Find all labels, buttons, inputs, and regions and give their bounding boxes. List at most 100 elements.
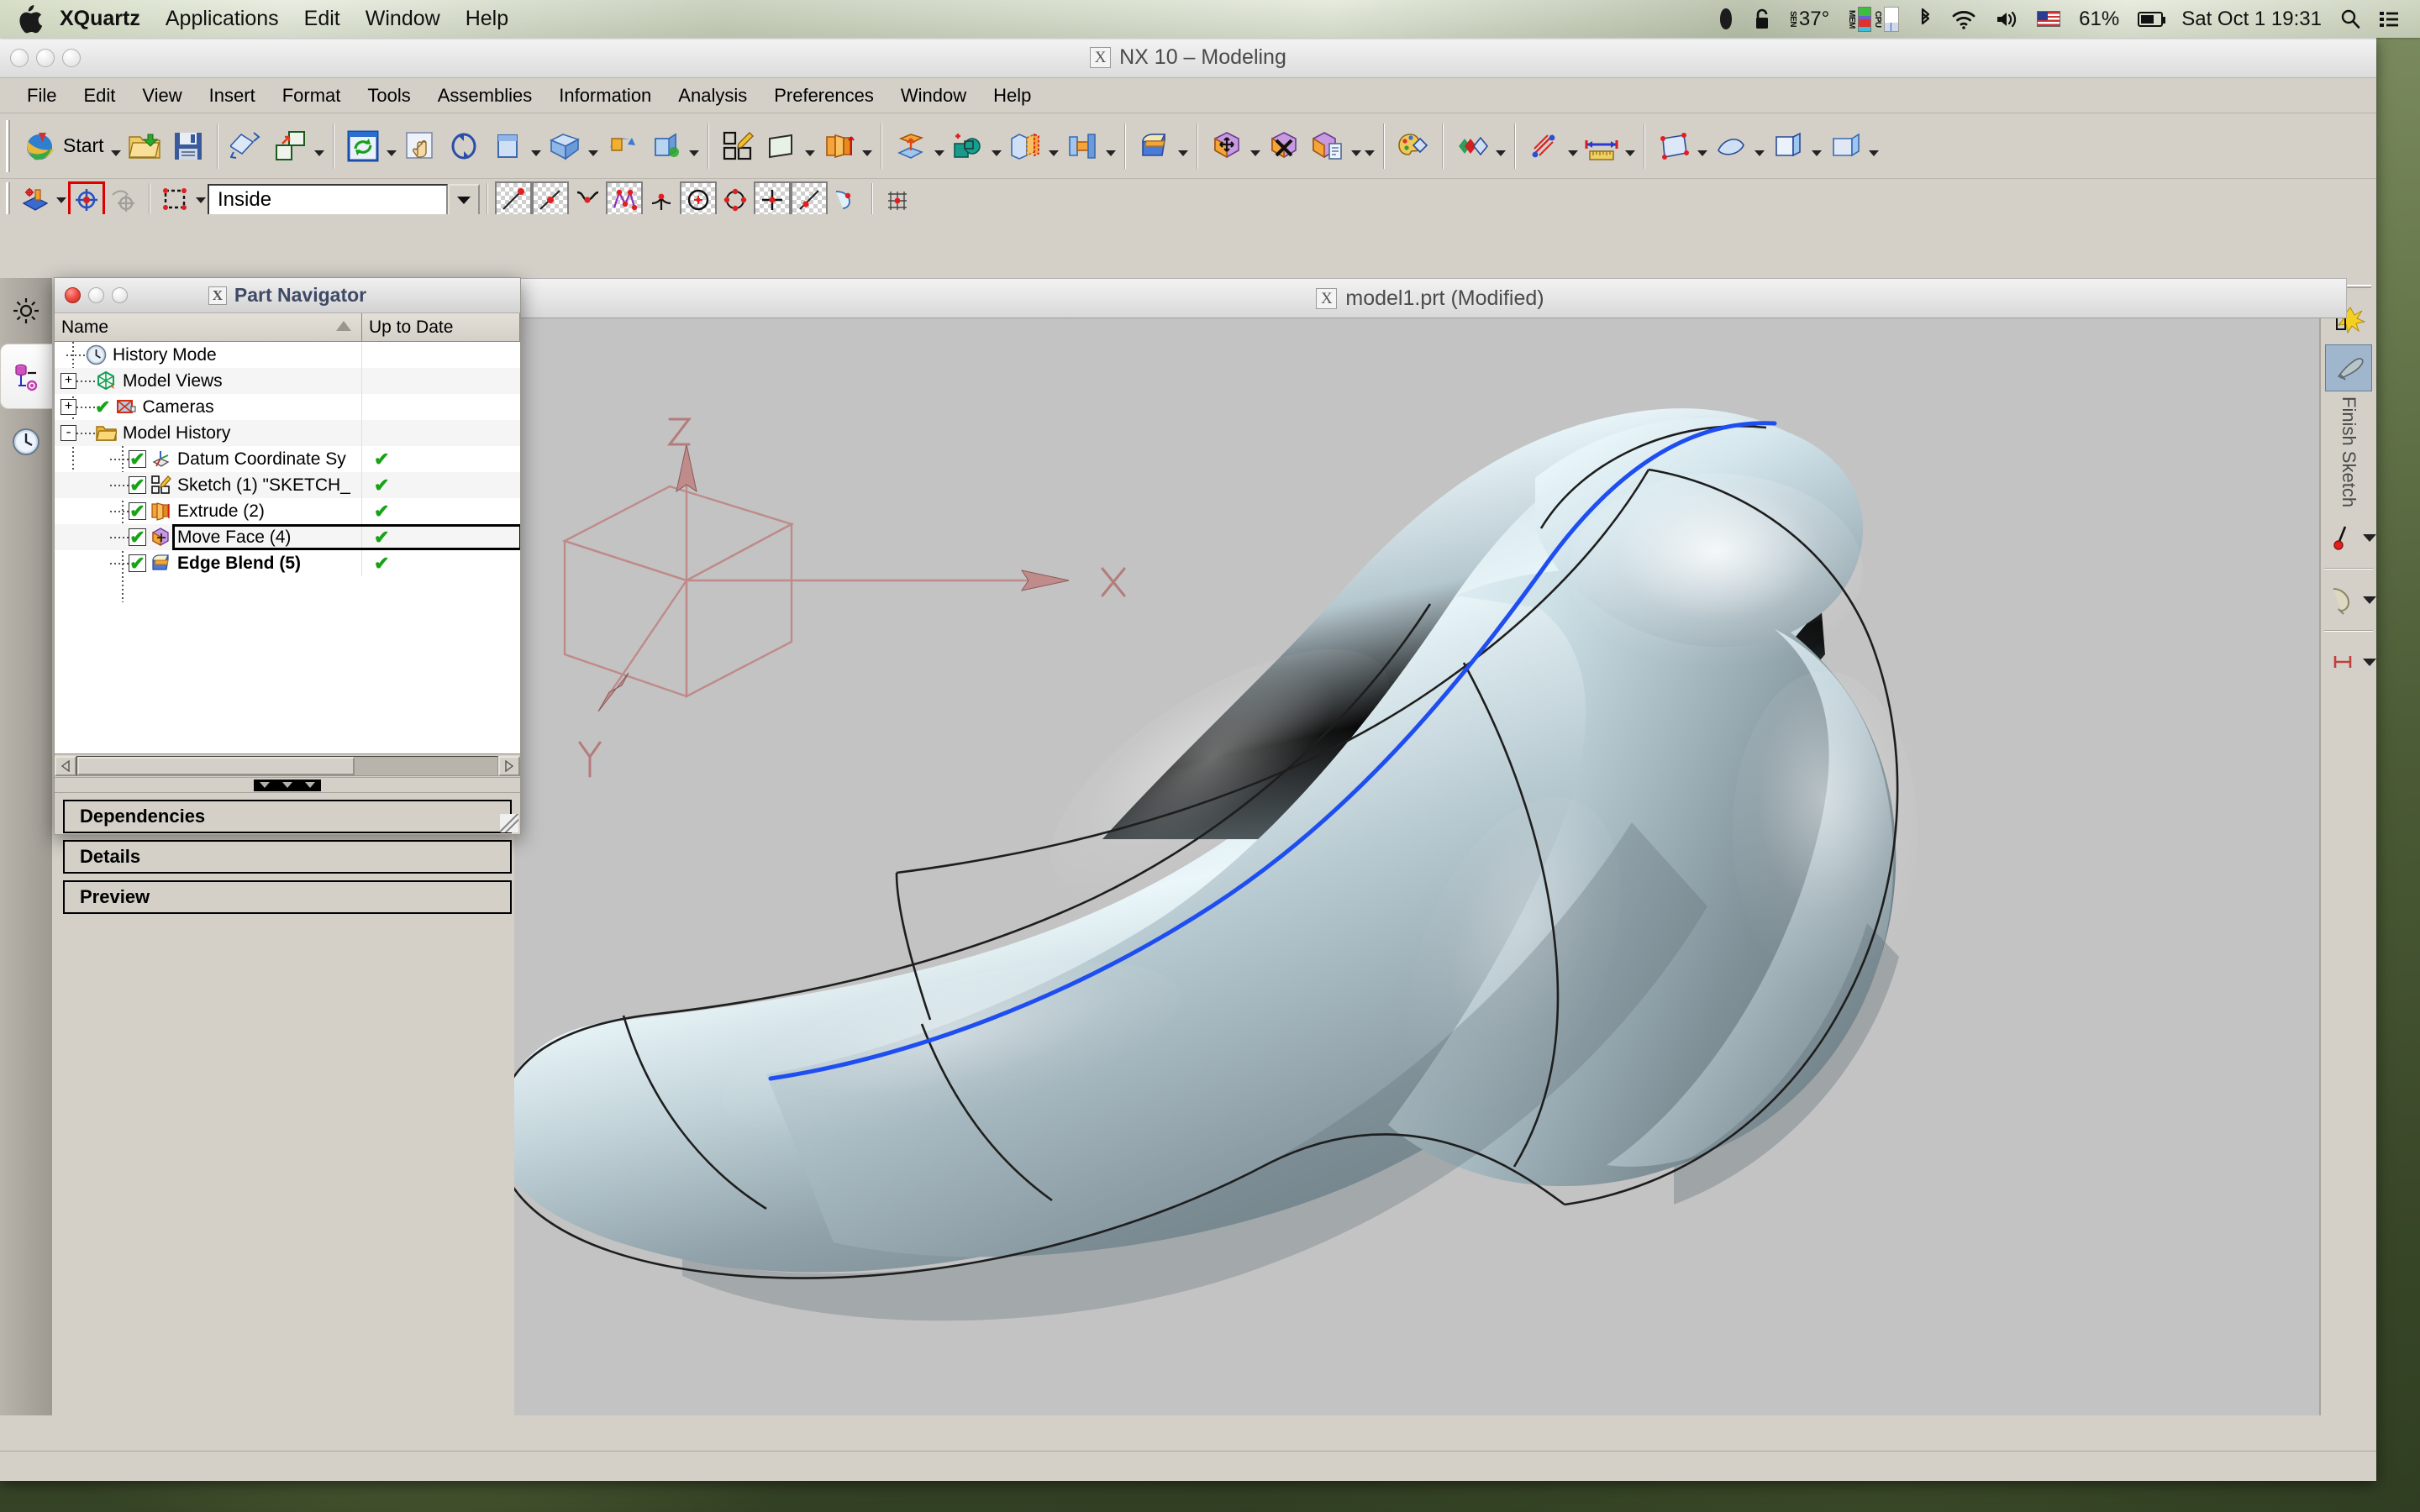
measure-distance-icon[interactable] <box>1523 124 1566 168</box>
panel-details-button[interactable]: Details <box>63 840 512 874</box>
nx-menu-format[interactable]: Format <box>269 81 355 110</box>
selection-scope-combo[interactable]: Inside <box>208 184 448 216</box>
print-icon[interactable] <box>225 124 269 168</box>
fit-view-icon[interactable] <box>486 124 529 168</box>
revolve-dropdown-caret[interactable] <box>933 124 946 168</box>
extrude-icon[interactable] <box>817 124 860 168</box>
search-icon[interactable] <box>2331 0 2370 38</box>
graphics-viewport[interactable] <box>514 318 2346 1415</box>
close-button[interactable] <box>10 49 29 67</box>
patch-dropdown-caret[interactable] <box>1696 124 1709 168</box>
arc-icon[interactable] <box>569 181 606 218</box>
nx-menu-tools[interactable]: Tools <box>354 81 424 110</box>
offset-curve-icon[interactable] <box>828 181 865 218</box>
column-header-name[interactable]: Name <box>55 313 362 341</box>
render-style-icon[interactable] <box>644 124 687 168</box>
studio-spline-icon[interactable] <box>606 181 643 218</box>
sketch-icon[interactable] <box>716 124 760 168</box>
open-file-icon[interactable] <box>123 124 166 168</box>
nx-menu-window[interactable]: Window <box>887 81 980 110</box>
perspective-icon[interactable] <box>543 124 587 168</box>
toolbar-grip[interactable] <box>6 119 13 172</box>
sketch-toolbar-grip[interactable] <box>6 182 13 218</box>
nx-menu-analysis[interactable]: Analysis <box>665 81 760 110</box>
nx-menu-insert[interactable]: Insert <box>196 81 269 110</box>
tree-row-extrude[interactable]: ✔ Extrude (2) ✔ <box>55 498 520 524</box>
surface-icon[interactable] <box>1709 124 1753 168</box>
resource-tab-history[interactable] <box>0 409 52 475</box>
selection-rect-icon[interactable] <box>157 181 194 218</box>
copy-paste-icon[interactable] <box>269 124 313 168</box>
nx-menu-file[interactable]: File <box>13 81 70 110</box>
pan-icon[interactable] <box>398 124 442 168</box>
edge-blend-icon[interactable] <box>1133 124 1176 168</box>
resize-grip-icon[interactable] <box>500 814 518 832</box>
menu-window[interactable]: Window <box>353 0 453 38</box>
rule-dropdown-caret[interactable] <box>1623 124 1637 168</box>
menu-xquartz[interactable]: XQuartz <box>47 0 153 38</box>
rule-icon[interactable] <box>1580 124 1623 168</box>
tree-row-model-views[interactable]: + Model Views <box>55 368 520 394</box>
feature-suppress-checkbox[interactable]: ✔ <box>129 475 146 494</box>
tree-row-edge-blend[interactable]: ✔ Edge Blend (5) ✔ <box>55 550 520 576</box>
symmetric-dropdown-caret[interactable] <box>2363 528 2376 547</box>
derived-line-icon[interactable] <box>791 181 828 218</box>
nx-menu-information[interactable]: Information <box>545 81 665 110</box>
scroll-track[interactable] <box>76 755 498 776</box>
lock-icon[interactable] <box>1744 0 1780 38</box>
start-menu-icon[interactable] <box>18 124 61 168</box>
delete-face-icon[interactable] <box>1262 124 1306 168</box>
save-icon[interactable] <box>166 124 210 168</box>
volume-icon[interactable] <box>1986 0 2028 38</box>
draft-dropdown-caret[interactable] <box>1104 124 1118 168</box>
section-dropdown-caret[interactable] <box>1494 124 1507 168</box>
offset-face-icon[interactable] <box>1306 124 1349 168</box>
part-navigator-horizontal-scrollbar[interactable] <box>55 754 520 778</box>
refresh-icon[interactable] <box>341 124 385 168</box>
finish-sketch-icon[interactable] <box>2325 344 2372 391</box>
column-header-up-to-date[interactable]: Up to Date <box>362 313 520 341</box>
render-dropdown-caret[interactable] <box>687 124 701 168</box>
selection-scope-dropdown[interactable] <box>448 184 480 216</box>
unite-dropdown-caret[interactable] <box>990 124 1003 168</box>
zoom-button[interactable] <box>62 49 81 67</box>
revolve-icon[interactable] <box>889 124 933 168</box>
feature-suppress-checkbox[interactable]: ✔ <box>129 528 146 546</box>
tree-expander-plus[interactable]: + <box>60 373 76 389</box>
section-icon[interactable] <box>1450 124 1494 168</box>
battery-icon[interactable] <box>2128 0 2172 38</box>
shell-dropdown-caret[interactable] <box>1047 124 1060 168</box>
surface-dropdown-caret[interactable] <box>1753 124 1766 168</box>
menu-applications[interactable]: Applications <box>153 0 292 38</box>
datum-plane-icon[interactable] <box>760 124 803 168</box>
tree-row-cameras[interactable]: + ✔ Cameras <box>55 394 520 420</box>
start-label[interactable]: Start <box>61 134 109 157</box>
draft-icon[interactable] <box>1060 124 1104 168</box>
sensor-temperature-indicator[interactable]: SEN 37° <box>1780 0 1839 38</box>
rapid-dimension-icon[interactable] <box>2323 638 2363 685</box>
line-icon[interactable] <box>532 181 569 218</box>
tree-row-datum-coordinate-system[interactable]: ✔ Datum Coordinate Sy ✔ <box>55 446 520 472</box>
tree-expander-plus[interactable]: + <box>60 399 76 415</box>
tree-expander-minus[interactable]: - <box>60 425 76 441</box>
feature-suppress-checkbox[interactable]: ✔ <box>129 449 146 468</box>
nx-menu-assemblies[interactable]: Assemblies <box>424 81 545 110</box>
nx-menu-edit[interactable]: Edit <box>70 81 129 110</box>
animate-dimension-icon[interactable] <box>2323 576 2363 623</box>
ellipse-icon[interactable] <box>717 181 754 218</box>
overflow-caret[interactable] <box>1867 124 1881 168</box>
rotate-icon[interactable] <box>442 124 486 168</box>
orient-view-icon[interactable] <box>600 124 644 168</box>
bluetooth-icon[interactable] <box>1908 0 1942 38</box>
resource-tab-assembly-navigator[interactable] <box>0 278 52 344</box>
notification-center-icon[interactable] <box>2370 0 2408 38</box>
pattern-curve-icon[interactable] <box>880 181 917 218</box>
extrude-dropdown-caret[interactable] <box>860 124 874 168</box>
point-on-curve-icon[interactable] <box>68 181 105 218</box>
sheet-icon[interactable] <box>1766 124 1810 168</box>
memory-cpu-monitor[interactable]: MEM CPU <box>1839 0 1908 38</box>
geometry-patch-icon[interactable] <box>1652 124 1696 168</box>
animate-dropdown-caret[interactable] <box>2363 591 2376 609</box>
color-palette-icon[interactable] <box>1392 124 1435 168</box>
menu-edit[interactable]: Edit <box>292 0 353 38</box>
